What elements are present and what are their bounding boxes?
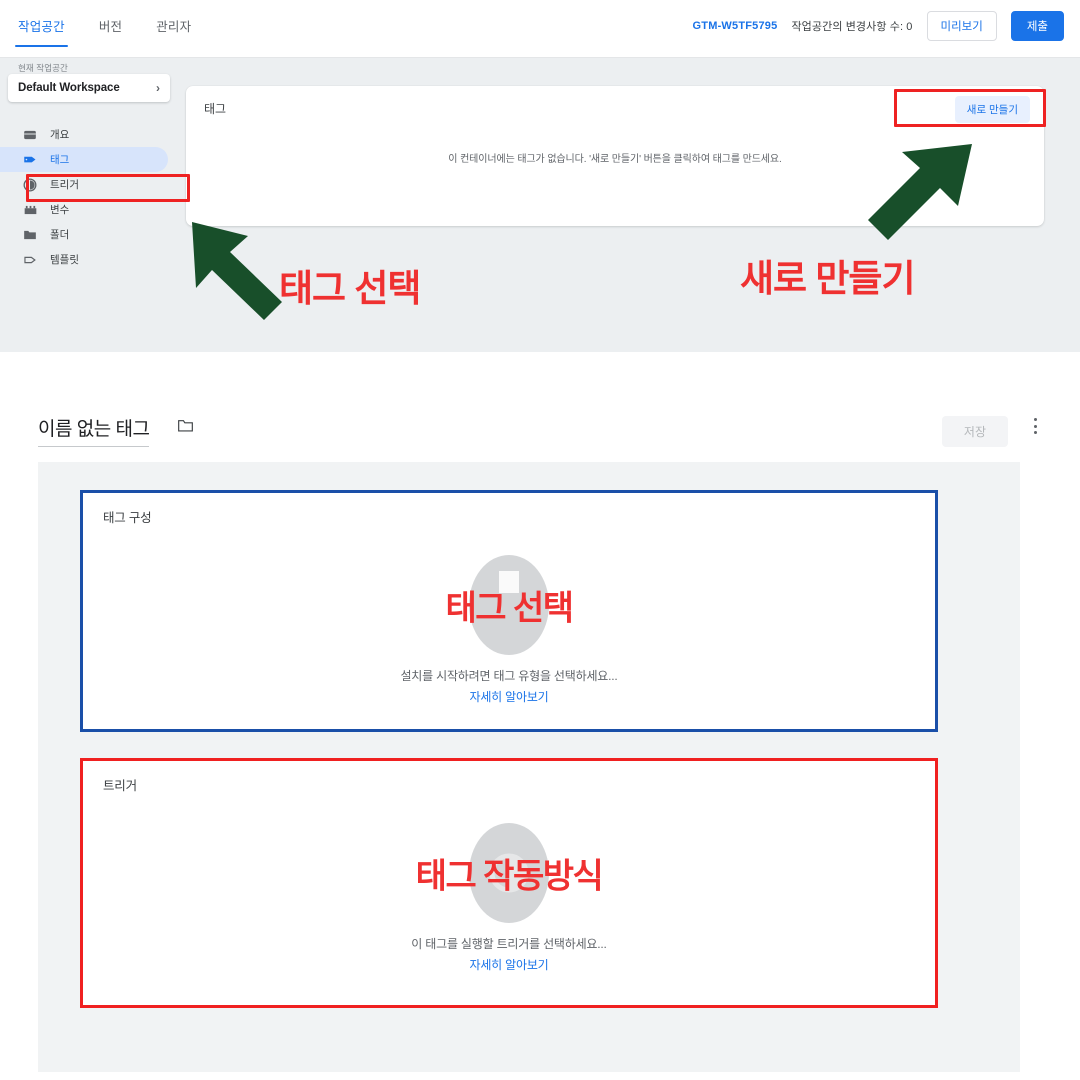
tab-workspace-label: 작업공간	[18, 20, 65, 34]
sidebar-item-triggers[interactable]: 트리거	[0, 172, 168, 197]
sidebar-item-overview-label: 개요	[50, 129, 70, 141]
sidebar: 현재 작업공간 Default Workspace › 개요 태그 트리거 변수…	[0, 58, 178, 352]
sidebar-item-triggers-label: 트리거	[50, 179, 79, 191]
top-tabs: 작업공간 버전 관리자	[15, 16, 191, 47]
tag-name-field[interactable]: 이름 없는 태그	[38, 414, 150, 447]
sidebar-item-templates[interactable]: 템플릿	[0, 247, 168, 272]
sidebar-nav: 개요 태그 트리거 변수 폴더 템플릿	[0, 122, 178, 272]
kebab-menu-icon[interactable]	[1026, 418, 1044, 440]
tab-admin[interactable]: 관리자	[156, 16, 191, 47]
tag-configuration-hint: 설치를 시작하려면 태그 유형을 선택하세요...	[400, 669, 618, 683]
tag-configuration-title: 태그 구성	[103, 511, 152, 525]
current-workspace-label: 현재 작업공간	[18, 63, 68, 73]
tag-editor-screenshot: 이름 없는 태그 저장 태그 구성 태그 선택 설치를 시작하려면 태그 유형을…	[0, 352, 1080, 1080]
annotation-create-new: 새로 만들기	[740, 258, 915, 299]
trigger-hint: 이 태그를 실행할 트리거를 선택하세요...	[411, 937, 607, 951]
sidebar-item-folders-label: 폴더	[50, 229, 70, 241]
annotation-select-tag: 태그 선택	[279, 268, 421, 309]
trigger-learn-more-link[interactable]: 자세히 알아보기	[83, 956, 935, 973]
sidebar-item-overview[interactable]: 개요	[0, 122, 168, 147]
sidebar-item-variables-label: 변수	[50, 204, 70, 216]
tags-panel-title: 태그	[204, 102, 227, 116]
sidebar-item-variables[interactable]: 변수	[0, 197, 168, 222]
trigger-placeholder: 태그 작동방식 이 태그를 실행할 트리거를 선택하세요... 자세히 알아보기	[83, 821, 935, 973]
tag-editor-header: 이름 없는 태그 저장	[0, 404, 1080, 454]
template-icon	[22, 252, 38, 268]
sidebar-item-templates-label: 템플릿	[50, 254, 79, 266]
save-button[interactable]: 저장	[941, 416, 1008, 447]
tags-empty-message: 이 컨테이너에는 태그가 없습니다. '새로 만들기' 버튼을 클릭하여 태그를…	[448, 154, 782, 165]
top-bar-right: GTM-W5TF5795 작업공간의 변경사항 수: 0 미리보기 제출	[693, 11, 1064, 41]
sidebar-item-tags[interactable]: 태그	[0, 147, 168, 172]
tag-icon	[22, 152, 38, 168]
tag-configuration-learn-more-link[interactable]: 자세히 알아보기	[83, 688, 935, 705]
tags-panel: 태그 새로 만들기 이 컨테이너에는 태그가 없습니다. '새로 만들기' 버튼…	[186, 86, 1044, 226]
gtm-workspace-screenshot: 작업공간 버전 관리자 GTM-W5TF5795 작업공간의 변경사항 수: 0…	[0, 0, 1080, 352]
tab-workspace[interactable]: 작업공간	[15, 16, 68, 47]
tag-configuration-placeholder: 태그 선택 설치를 시작하려면 태그 유형을 선택하세요... 자세히 알아보기	[83, 553, 935, 705]
tab-versions[interactable]: 버전	[99, 16, 122, 47]
container-id[interactable]: GTM-W5TF5795	[693, 20, 778, 32]
trigger-placeholder-graphic: 태그 작동방식	[83, 821, 935, 925]
annotation-tag-select-overlay: 태그 선택	[445, 589, 574, 628]
submit-button[interactable]: 제출	[1010, 11, 1064, 41]
sidebar-item-tags-label: 태그	[50, 154, 70, 166]
workspace-changes-count: 작업공간의 변경사항 수: 0	[791, 21, 913, 33]
tag-configuration-panel[interactable]: 태그 구성 태그 선택 설치를 시작하려면 태그 유형을 선택하세요... 자세…	[80, 490, 938, 732]
annotation-trigger-overlay: 태그 작동방식	[415, 857, 604, 896]
chevron-right-icon: ›	[156, 81, 160, 95]
folder-icon	[22, 227, 38, 243]
trigger-panel[interactable]: 트리거 태그 작동방식 이 태그를 실행할 트리거를 선택하세요... 자세히 …	[80, 758, 938, 1008]
sidebar-item-folders[interactable]: 폴더	[0, 222, 168, 247]
tab-versions-label: 버전	[98, 20, 123, 34]
new-tag-button[interactable]: 새로 만들기	[954, 96, 1030, 123]
top-bar: 작업공간 버전 관리자 GTM-W5TF5795 작업공간의 변경사항 수: 0…	[0, 0, 1080, 58]
workspace-name: Default Workspace	[18, 82, 120, 94]
gtm-tutorial-screenshot: 작업공간 버전 관리자 GTM-W5TF5795 작업공간의 변경사항 수: 0…	[0, 0, 1080, 1080]
tag-editor-body: 태그 구성 태그 선택 설치를 시작하려면 태그 유형을 선택하세요... 자세…	[38, 462, 1020, 1072]
folder-outline-icon[interactable]	[177, 418, 194, 438]
trigger-icon	[22, 177, 38, 193]
variable-icon	[22, 202, 38, 218]
preview-button[interactable]: 미리보기	[926, 11, 997, 41]
tab-admin-label: 관리자	[156, 20, 192, 34]
trigger-panel-title: 트리거	[103, 779, 137, 793]
overview-icon	[22, 127, 38, 143]
tag-placeholder-graphic: 태그 선택	[83, 553, 935, 657]
workspace-selector[interactable]: Default Workspace ›	[8, 74, 170, 102]
